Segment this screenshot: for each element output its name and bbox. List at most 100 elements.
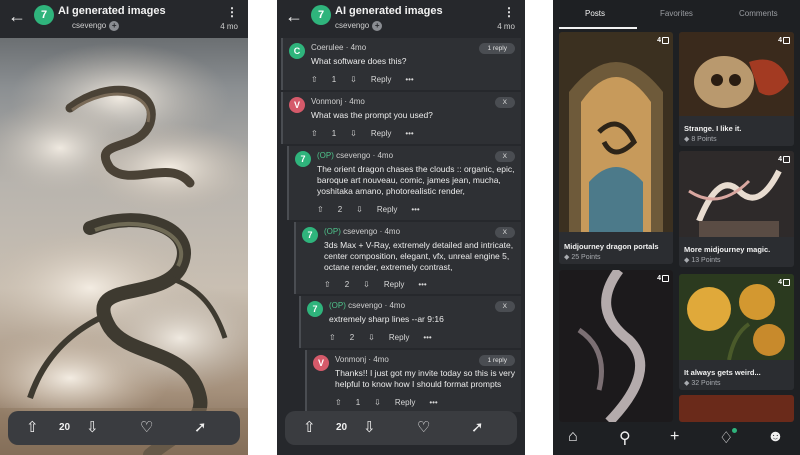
collapse-button[interactable]: X [494,301,515,312]
comment-author[interactable]: csevengo [336,151,370,160]
more-options-icon[interactable]: ••• [411,205,419,214]
share-icon[interactable]: ➚ [471,418,484,436]
comment-text: What was the prompt you used? [311,110,433,120]
post-tile[interactable]: 4 More midjourney magic. ◆ 13 Points [679,151,794,267]
upvote-icon[interactable]: ⇧ [317,205,324,214]
heart-icon[interactable]: ♡ [417,418,430,436]
commenter-avatar[interactable]: 7 [307,301,323,317]
comment-author[interactable]: csevengo [343,227,377,236]
commenter-avatar[interactable]: V [289,97,305,113]
tile-title: Midjourney dragon portals [564,242,659,251]
subreddit-title[interactable]: AI generated images [335,5,443,17]
author-name: csevengo [72,21,107,31]
tile-caption: Strange. I like it. ◆ 8 Points [679,121,794,146]
heart-icon[interactable]: ♡ [140,418,153,436]
gallery-icon [662,37,669,44]
commenter-avatar[interactable]: C [289,43,305,59]
more-options-icon[interactable]: ••• [418,280,426,289]
comment[interactable]: 7 (OP) csevengo · 4mo X extremely sharp … [299,296,521,348]
back-arrow-icon[interactable]: ← [8,6,26,27]
downvote-icon[interactable]: ⇩ [374,398,381,407]
plus-icon[interactable]: + [670,428,679,446]
follow-plus-icon[interactable]: + [372,21,383,31]
upvote-icon[interactable]: ⇧ [329,333,336,342]
subreddit-avatar[interactable]: 7 [311,5,331,25]
comment-header: Vonmonj · 4mo [335,355,389,364]
home-icon[interactable]: ⌂ [568,428,578,446]
replies-pill[interactable]: 1 reply [479,43,515,54]
downvote-icon[interactable]: ⇩ [363,418,376,436]
comment[interactable]: V Vonmonj · 4mo X What was the prompt yo… [281,92,521,144]
comment-author[interactable]: Vonmonj [335,355,366,364]
upvote-icon[interactable]: ⇧ [335,398,342,407]
comment-actions: ⇧ 1 ⇩ Reply ••• [311,75,428,84]
kebab-menu-icon[interactable]: ⋮ [226,5,238,19]
profile-icon[interactable]: ☻ [767,428,784,446]
tab-favorites[interactable]: Favorites [660,9,693,18]
post-author[interactable]: csevengo + [72,21,120,31]
tile-points: ◆ 13 Points [684,257,721,264]
commenter-avatar[interactable]: V [313,355,329,371]
downvote-icon[interactable]: ⇩ [363,280,370,289]
share-icon[interactable]: ➚ [194,418,207,436]
comment-author[interactable]: Coerulee [311,43,343,52]
commenter-avatar[interactable]: 7 [295,151,311,167]
upvote-icon[interactable]: ⇧ [311,75,318,84]
downvote-icon[interactable]: ⇩ [350,75,357,84]
reply-button[interactable]: Reply [377,205,397,214]
post-author[interactable]: csevengo + [335,21,383,31]
reply-button[interactable]: Reply [371,75,391,84]
reply-button[interactable]: Reply [395,398,415,407]
comment[interactable]: 7 (OP) csevengo · 4mo X The orient drago… [287,146,521,220]
op-badge: (OP) [317,151,334,160]
tile-thumbnail [679,151,794,237]
dragon-artwork [0,43,248,455]
subreddit-avatar[interactable]: 7 [34,5,54,25]
tab-comments[interactable]: Comments [739,9,778,18]
collapse-button[interactable]: X [494,227,515,238]
post-tile[interactable]: 4 It always gets weird... ◆ 32 Points [679,274,794,390]
more-options-icon[interactable]: ••• [423,333,431,342]
more-options-icon[interactable]: ••• [429,398,437,407]
downvote-icon[interactable]: ⇩ [86,418,99,436]
comment[interactable]: 7 (OP) csevengo · 4mo X 3ds Max + V-Ray,… [294,222,521,294]
kebab-menu-icon[interactable]: ⋮ [503,5,515,19]
comment[interactable]: C Coerulee · 4mo 1 reply What software d… [281,38,521,90]
collapse-button[interactable]: X [494,97,515,108]
follow-plus-icon[interactable]: + [109,21,120,31]
post-header: ← 7 AI generated images csevengo + ⋮ 4 mo [0,0,248,38]
tile-points: ◆ 25 Points [564,254,601,261]
reply-button[interactable]: Reply [371,129,391,138]
tab-posts[interactable]: Posts [585,9,605,18]
commenter-avatar[interactable]: 7 [302,227,318,243]
vote-count: 20 [59,422,71,433]
downvote-icon[interactable]: ⇩ [350,129,357,138]
reply-button[interactable]: Reply [384,280,404,289]
more-options-icon[interactable]: ••• [405,75,413,84]
downvote-icon[interactable]: ⇩ [356,205,363,214]
post-age: 4 mo [497,22,515,31]
comment[interactable]: V Vonmonj · 4mo 1 reply Thanks!! I just … [305,350,521,412]
back-arrow-icon[interactable]: ← [285,6,303,27]
post-tile[interactable]: 4 Strange. I like it. ◆ 8 Points [679,32,794,146]
upvote-icon[interactable]: ⇧ [303,418,316,436]
comment-author[interactable]: csevengo [348,301,382,310]
tile-title: Strange. I like it. [684,124,742,133]
replies-pill[interactable]: 1 reply [479,355,515,366]
post-tile[interactable]: 4 Midjourney dragon portals ◆ 25 Points [559,32,673,264]
more-options-icon[interactable]: ••• [405,129,413,138]
reply-button[interactable]: Reply [389,333,409,342]
post-tile[interactable] [679,395,794,422]
downvote-icon[interactable]: ⇩ [368,333,375,342]
upvote-icon[interactable]: ⇧ [26,418,39,436]
subreddit-title[interactable]: AI generated images [58,5,166,17]
upvote-icon[interactable]: ⇧ [324,280,331,289]
comment-header: Vonmonj · 4mo [311,97,365,106]
post-tile[interactable]: 4 [559,270,673,422]
upvote-icon[interactable]: ⇧ [311,129,318,138]
active-tab-indicator [559,27,637,29]
comment-author[interactable]: Vonmonj [311,97,342,106]
post-image[interactable] [0,38,248,455]
collapse-button[interactable]: X [494,151,515,162]
search-icon[interactable]: ⚲ [619,428,631,448]
